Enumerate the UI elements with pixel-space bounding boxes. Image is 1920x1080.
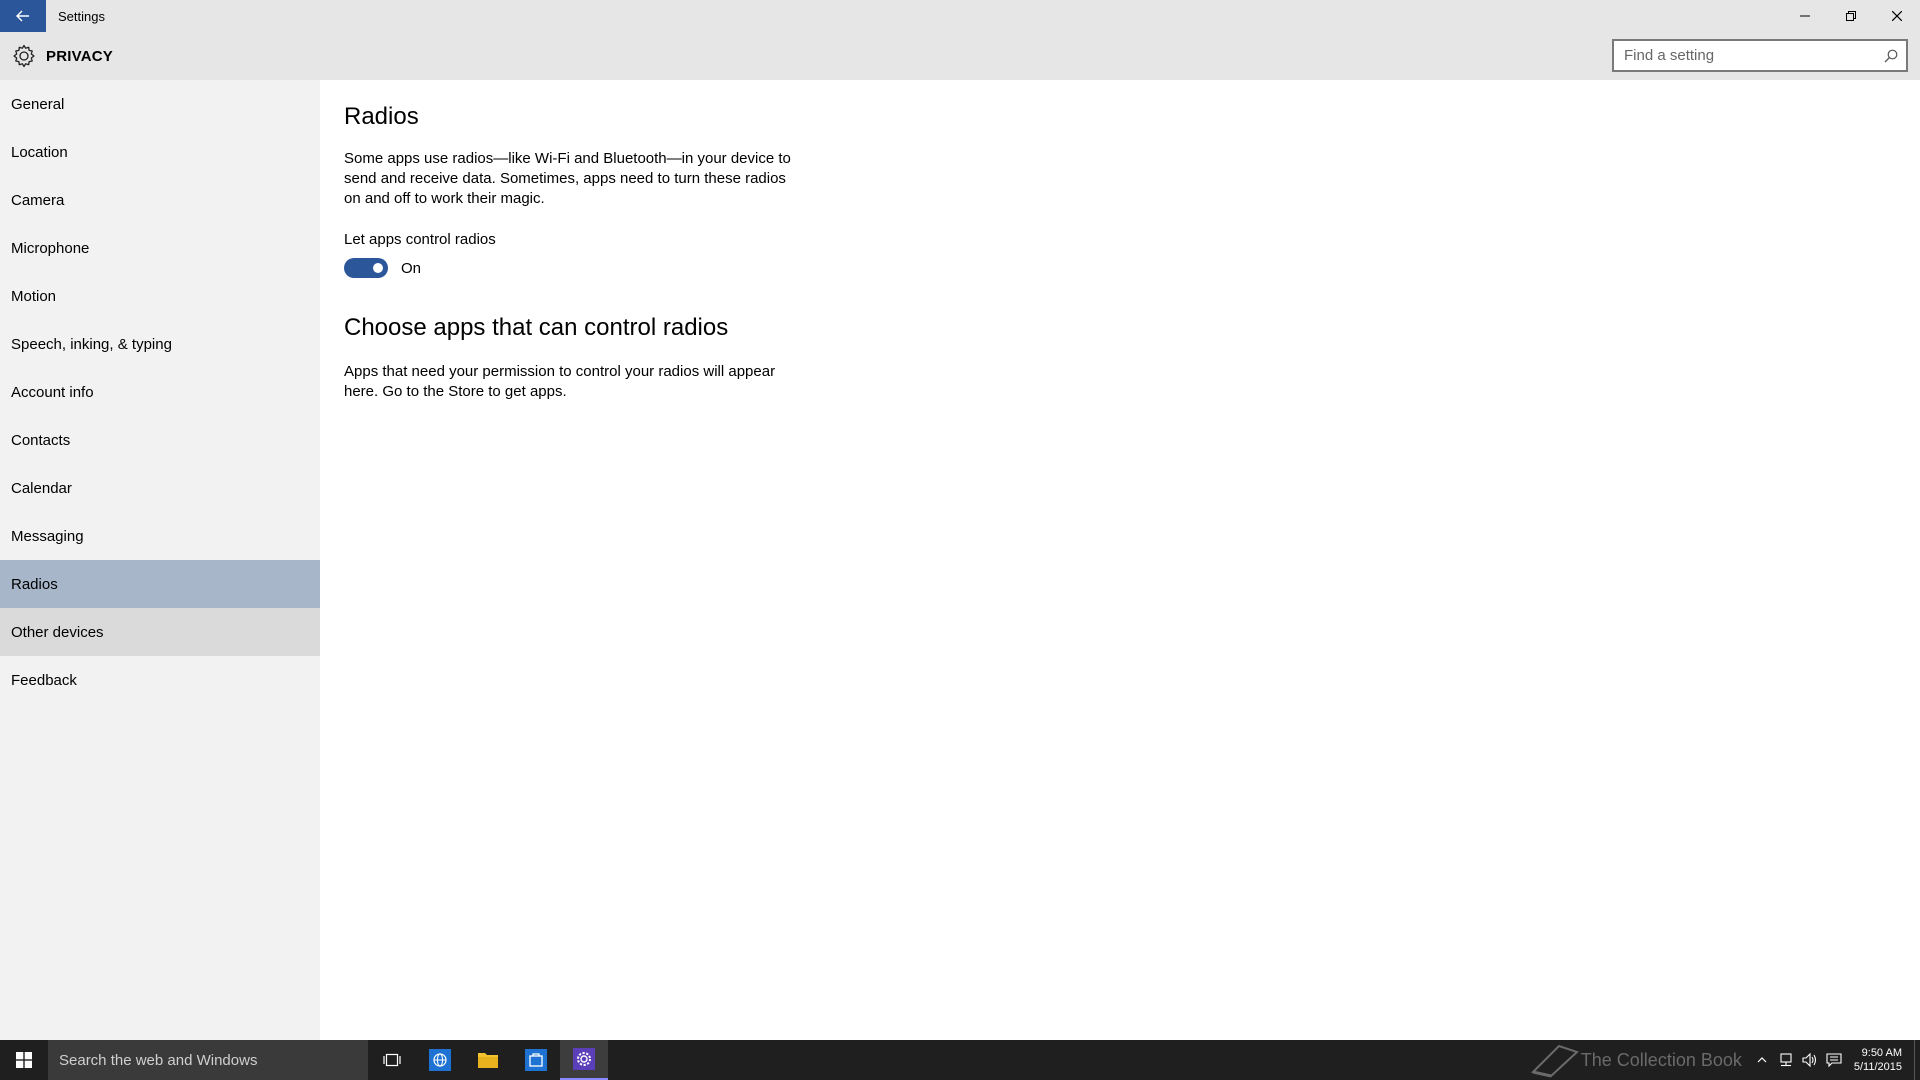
title-bar: Settings <box>0 0 1920 32</box>
clock-time: 9:50 AM <box>1861 1047 1902 1059</box>
sidebar-item-microphone[interactable]: Microphone <box>0 224 320 272</box>
show-desktop-button[interactable] <box>1914 1040 1920 1080</box>
sidebar: General Location Camera Microphone Motio… <box>0 80 320 1040</box>
gear-icon <box>13 44 35 68</box>
content-title: Radios <box>344 103 419 130</box>
book-icon <box>1530 1044 1579 1078</box>
section-title: Choose apps that can control radios <box>344 314 729 341</box>
search-box[interactable] <box>1612 39 1908 72</box>
sidebar-item-motion[interactable]: Motion <box>0 272 320 320</box>
back-button[interactable] <box>0 0 46 32</box>
minimize-button[interactable] <box>1782 0 1828 32</box>
restore-icon <box>1846 11 1856 21</box>
minimize-icon <box>1800 15 1810 17</box>
network-button[interactable] <box>1774 1040 1798 1080</box>
sidebar-item-label: Account info <box>11 383 94 401</box>
search-input[interactable] <box>1624 47 1884 64</box>
taskbar-browser-button[interactable] <box>416 1040 464 1080</box>
sidebar-item-label: Motion <box>11 287 57 305</box>
sidebar-item-camera[interactable]: Camera <box>0 176 320 224</box>
task-view-button[interactable] <box>368 1040 416 1080</box>
chevron-up-icon <box>1757 1057 1767 1063</box>
sidebar-item-location[interactable]: Location <box>0 128 320 176</box>
folder-icon <box>478 1053 498 1068</box>
page-title: PRIVACY <box>46 47 113 65</box>
watermark: The Collection Book <box>1529 1042 1742 1078</box>
windows-logo-icon <box>16 1052 32 1068</box>
watermark-text: The Collection Book <box>1580 1049 1742 1070</box>
sidebar-item-label: Other devices <box>11 623 104 641</box>
sidebar-item-other-devices[interactable]: Other devices <box>0 608 320 656</box>
message-icon <box>1826 1053 1842 1067</box>
radios-toggle-row: On <box>344 258 1904 278</box>
toggle-knob <box>373 263 383 273</box>
sidebar-item-label: Speech, inking, & typing <box>11 335 172 353</box>
window-controls <box>1782 0 1920 32</box>
content-description: Some apps use radios—like Wi-Fi and Blue… <box>344 150 791 207</box>
settings-gear-icon <box>573 1048 595 1070</box>
section-description: Apps that need your permission to contro… <box>344 363 776 400</box>
sidebar-item-label: Radios <box>11 575 58 593</box>
radios-toggle-switch[interactable] <box>344 258 388 278</box>
sidebar-item-feedback[interactable]: Feedback <box>0 656 320 704</box>
toggle-label: Let apps control radios <box>344 231 496 248</box>
sidebar-item-radios[interactable]: Radios <box>0 560 320 608</box>
speaker-icon <box>1802 1053 1816 1067</box>
close-button[interactable] <box>1874 0 1920 32</box>
page-header: PRIVACY <box>0 32 1920 80</box>
store-icon <box>525 1049 547 1071</box>
sidebar-item-label: Messaging <box>11 527 84 545</box>
network-icon <box>1780 1053 1792 1067</box>
volume-button[interactable] <box>1798 1040 1822 1080</box>
clock-date: 5/11/2015 <box>1853 1061 1902 1073</box>
header-title-group: PRIVACY <box>12 44 113 68</box>
back-arrow-icon <box>16 10 29 22</box>
sidebar-item-contacts[interactable]: Contacts <box>0 416 320 464</box>
window-title: Settings <box>58 8 105 24</box>
sidebar-item-label: Calendar <box>11 479 72 497</box>
task-view-icon <box>383 1053 401 1067</box>
taskbar-search-box[interactable]: Search the web and Windows <box>48 1040 368 1080</box>
sidebar-item-account-info[interactable]: Account info <box>0 368 320 416</box>
browser-icon <box>429 1049 451 1071</box>
sidebar-item-label: Location <box>11 143 68 161</box>
toggle-state-text: On <box>401 259 422 277</box>
taskbar: Search the web and Windows The Collectio… <box>0 1040 1920 1080</box>
main-content: Radios Some apps use radios—like Wi-Fi a… <box>344 80 1904 402</box>
sidebar-item-calendar[interactable]: Calendar <box>0 464 320 512</box>
taskbar-settings-button[interactable] <box>560 1040 608 1080</box>
system-tray: The Collection Book 9:50 AM 5/11/2015 <box>1529 1040 1920 1080</box>
settings-window: Settings PRIVACY Find a setting General … <box>0 0 1920 1040</box>
sidebar-item-label: Contacts <box>11 431 71 449</box>
taskbar-file-explorer-button[interactable] <box>464 1040 512 1080</box>
restore-button[interactable] <box>1828 0 1874 32</box>
taskbar-search-text: Search the web and Windows <box>59 1051 258 1069</box>
action-center-button[interactable] <box>1822 1040 1846 1080</box>
sidebar-item-label: Feedback <box>11 671 77 689</box>
search-icon[interactable] <box>1884 49 1898 63</box>
sidebar-item-speech[interactable]: Speech, inking, & typing <box>0 320 320 368</box>
sidebar-item-messaging[interactable]: Messaging <box>0 512 320 560</box>
taskbar-clock[interactable]: 9:50 AM 5/11/2015 <box>1854 1046 1902 1074</box>
start-button[interactable] <box>0 1040 48 1080</box>
close-icon <box>1892 11 1902 21</box>
sidebar-item-general[interactable]: General <box>0 80 320 128</box>
sidebar-item-label: Camera <box>11 191 65 209</box>
show-hidden-icons-button[interactable] <box>1750 1040 1774 1080</box>
sidebar-item-label: Microphone <box>11 239 90 257</box>
sidebar-item-label: General <box>11 95 65 113</box>
taskbar-store-button[interactable] <box>512 1040 560 1080</box>
